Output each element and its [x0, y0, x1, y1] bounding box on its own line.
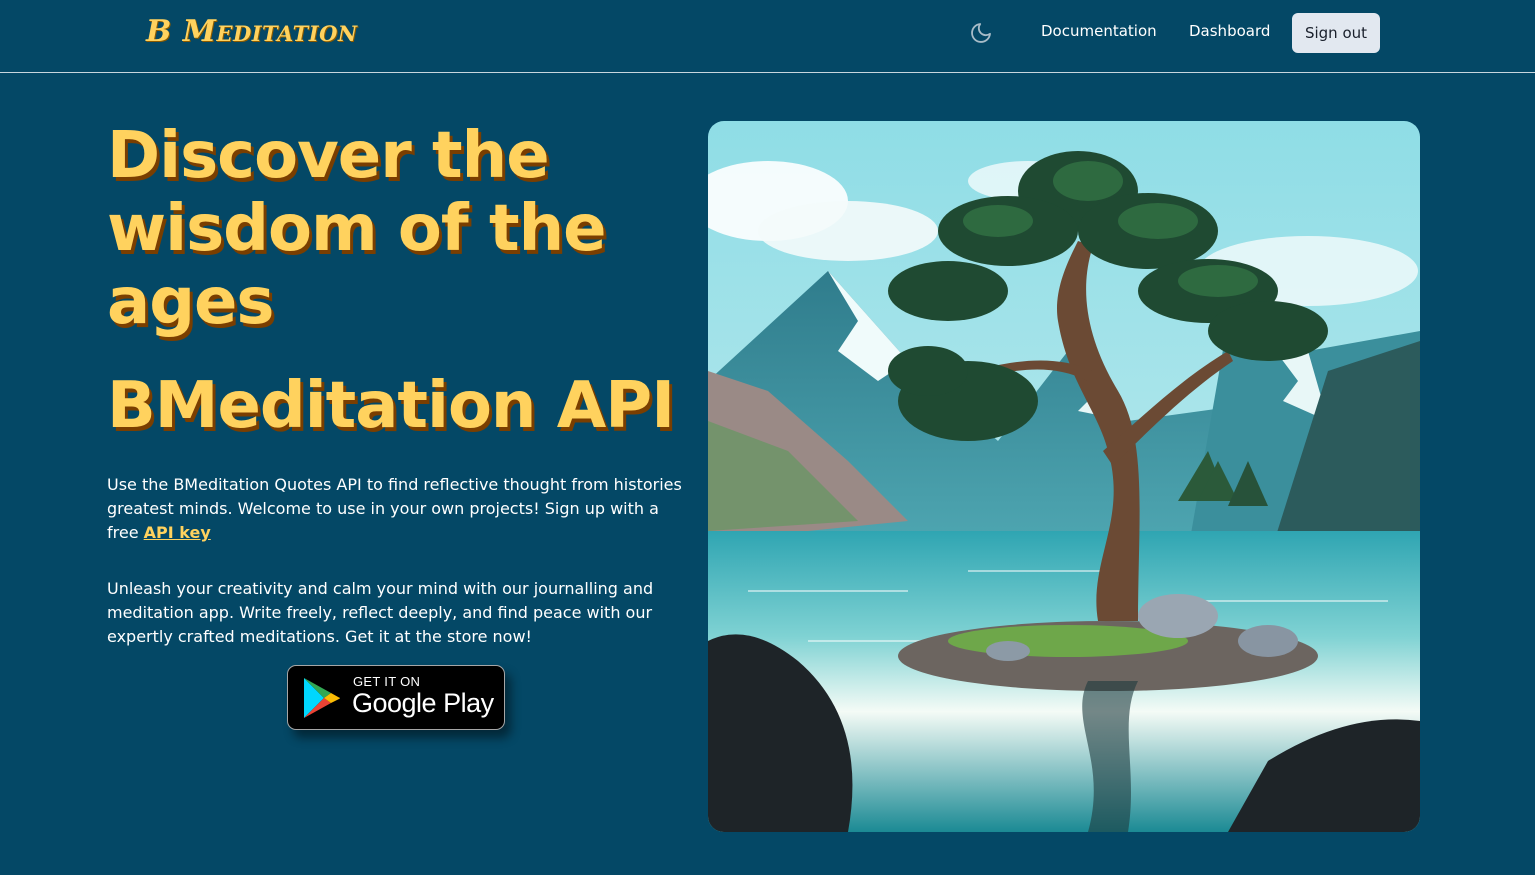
app-description: Unleash your creativity and calm your mi…	[107, 579, 654, 646]
nav-documentation-link[interactable]: Documentation	[1041, 22, 1157, 40]
moon-icon	[971, 23, 991, 43]
hero-landscape-image	[708, 121, 1420, 832]
nav-dashboard-link[interactable]: Dashboard	[1189, 22, 1270, 40]
badge-big-text: Google Play	[352, 688, 494, 718]
hero-subtitle: BMeditation API	[107, 369, 675, 443]
sign-out-button[interactable]: Sign out	[1292, 13, 1380, 53]
api-description: Use the BMeditation Quotes API to find r…	[107, 473, 687, 545]
brand-logo[interactable]: B Meditation	[146, 14, 358, 49]
google-play-badge[interactable]: GET IT ON Google Play	[287, 665, 505, 730]
hero-title: Discover the wisdom of the ages	[107, 119, 607, 339]
theme-toggle-button[interactable]	[966, 18, 996, 48]
badge-small-text: GET IT ON	[353, 674, 421, 689]
api-key-link[interactable]: API key	[144, 523, 211, 542]
google-play-icon	[304, 678, 340, 718]
top-navbar: B Meditation Documentation Dashboard Sig…	[0, 0, 1535, 73]
